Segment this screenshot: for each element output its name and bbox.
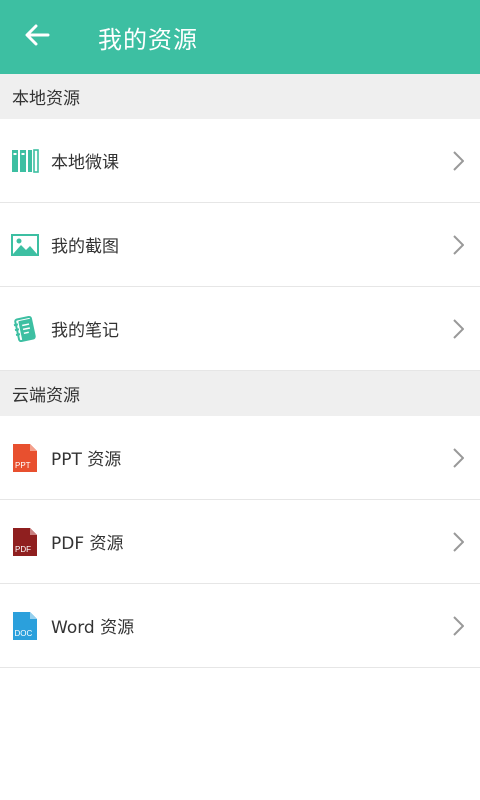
arrow-left-icon [24,24,50,50]
list-item-label: 我的截图 [51,237,119,257]
chevron-right-icon [450,150,466,172]
doc-badge: DOC [15,629,33,638]
books-icon [11,147,39,175]
list-item-word[interactable]: DOC Word 资源 [0,584,480,668]
back-button[interactable] [0,0,74,74]
list-item-label: 我的笔记 [51,321,119,341]
list-item-notes[interactable]: 我的笔记 [0,287,480,371]
chevron-right-icon [450,234,466,256]
list-item-screenshots[interactable]: 我的截图 [0,203,480,287]
section-header-local: 本地资源 [0,74,480,119]
chevron-right-icon [450,447,466,469]
ppt-file-icon: PPT [11,443,39,472]
chevron-right-icon [450,318,466,340]
list-item-pdf[interactable]: PDF PDF 资源 [0,500,480,584]
list-item-label: PPT 资源 [51,450,122,470]
section-header-cloud: 云端资源 [0,371,480,416]
list-item-local-microcourse[interactable]: 本地微课 [0,119,480,203]
chevron-right-icon [450,615,466,637]
doc-file-icon: DOC [11,611,39,640]
ppt-badge: PPT [15,461,31,470]
page-title: 我的资源 [98,25,198,54]
pdf-file-icon: PDF [11,527,39,556]
list-item-ppt[interactable]: PPT PPT 资源 [0,416,480,500]
list-item-label: Word 资源 [51,618,135,638]
image-icon [11,231,39,259]
chevron-right-icon [450,531,466,553]
notebook-icon [11,315,39,343]
list-item-label: 本地微课 [51,153,119,173]
pdf-badge: PDF [15,545,31,554]
app-bar: 我的资源 [0,0,480,74]
list-item-label: PDF 资源 [51,534,124,554]
